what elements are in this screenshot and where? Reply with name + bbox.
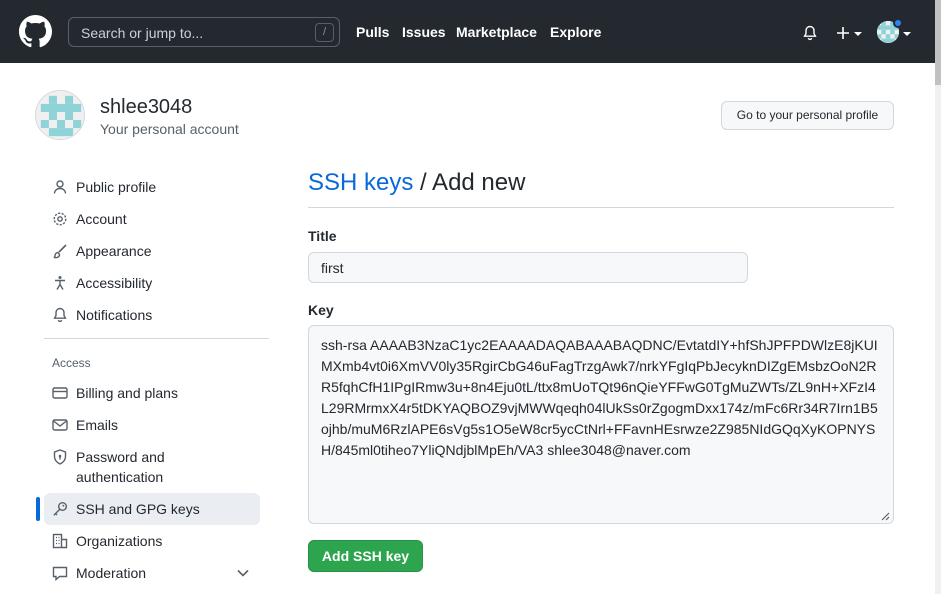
bell-icon: [53, 307, 67, 323]
profile-avatar: [35, 90, 85, 140]
nav-pulls[interactable]: Pulls: [356, 24, 389, 40]
mail-icon: [52, 419, 68, 431]
account-subtitle: Your personal account: [100, 121, 239, 137]
sidebar-item-label: Notifications: [76, 307, 153, 323]
sidebar-item-label: Account: [76, 211, 127, 227]
active-indicator: [36, 497, 40, 521]
scrollbar-thumb[interactable]: [935, 0, 941, 85]
sidebar-item-label: Public profile: [76, 179, 157, 195]
key-textarea[interactable]: ssh-rsa AAAAB3NzaC1yc2EAAAADAQABAAABAQDN…: [308, 325, 894, 524]
sidebar-item-emails[interactable]: Emails: [44, 409, 260, 441]
sidebar-item-label: Organizations: [76, 533, 163, 549]
sidebar-item-ssh-gpg-keys[interactable]: SSH and GPG keys: [44, 493, 260, 525]
identicon-large-icon: [36, 91, 84, 139]
title-divider: [308, 207, 894, 208]
user-menu-caret-icon[interactable]: [903, 32, 911, 36]
person-icon: [53, 180, 67, 194]
sidebar-item-billing[interactable]: Billing and plans: [44, 377, 260, 409]
sidebar-item-appearance[interactable]: Appearance: [44, 235, 260, 267]
sidebar-item-organizations[interactable]: Organizations: [44, 525, 260, 557]
go-to-profile-button[interactable]: Go to your personal profile: [721, 101, 894, 130]
credit-card-icon: [52, 387, 68, 399]
create-caret-icon[interactable]: [854, 32, 862, 36]
scrollbar-track[interactable]: [935, 0, 941, 594]
sidebar-item-label: Billing and plans: [76, 385, 178, 401]
sidebar-item-password[interactable]: Password and authentication: [44, 441, 260, 489]
gear-icon: [53, 212, 67, 226]
resize-handle-icon[interactable]: [880, 511, 890, 521]
key-field-label: Key: [308, 302, 334, 318]
search-shortcut-key: /: [315, 23, 334, 42]
notification-dot: [893, 18, 903, 28]
page-title: SSH keys / Add new: [308, 169, 525, 197]
plus-icon[interactable]: [835, 25, 851, 41]
search-input[interactable]: Search or jump to... /: [68, 17, 340, 47]
sidebar-heading-access: Access: [52, 356, 91, 370]
page-title-rest: / Add new: [420, 169, 526, 196]
github-logo-icon[interactable]: [19, 15, 52, 48]
nav-marketplace[interactable]: Marketplace: [456, 24, 537, 40]
sidebar-item-public-profile[interactable]: Public profile: [44, 171, 260, 203]
add-ssh-key-button[interactable]: Add SSH key: [308, 540, 423, 572]
sidebar-item-account[interactable]: Account: [44, 203, 260, 235]
moderation-icon: [52, 566, 68, 581]
nav-issues[interactable]: Issues: [402, 24, 446, 40]
sidebar-item-label: Password and authentication: [76, 449, 165, 485]
sidebar-item-label: SSH and GPG keys: [76, 501, 200, 517]
paintbrush-icon: [53, 244, 67, 259]
title-input[interactable]: first: [308, 252, 748, 283]
sidebar-item-label: Moderation: [76, 565, 147, 581]
organization-icon: [52, 533, 68, 549]
search-placeholder: Search or jump to...: [81, 25, 204, 41]
chevron-down-icon[interactable]: [236, 568, 250, 578]
username[interactable]: shlee3048: [100, 96, 192, 119]
sidebar-divider: [44, 338, 269, 339]
sidebar-item-label: Accessibility: [76, 275, 153, 291]
ssh-keys-breadcrumb-link[interactable]: SSH keys: [308, 169, 413, 196]
accessibility-icon: [55, 276, 65, 290]
sidebar-item-label: Appearance: [76, 243, 152, 259]
bell-icon[interactable]: [802, 25, 818, 41]
top-header: Search or jump to... / Pulls Issues Mark…: [0, 0, 935, 63]
sidebar-item-label: Emails: [76, 417, 119, 433]
nav-explore[interactable]: Explore: [550, 24, 601, 40]
shield-lock-icon: [53, 449, 67, 465]
key-icon: [53, 502, 67, 516]
sidebar-item-accessibility[interactable]: Accessibility: [44, 267, 260, 299]
title-field-label: Title: [308, 228, 337, 244]
sidebar-item-moderation[interactable]: Moderation: [44, 557, 260, 589]
sidebar-item-notifications[interactable]: Notifications: [44, 299, 260, 331]
